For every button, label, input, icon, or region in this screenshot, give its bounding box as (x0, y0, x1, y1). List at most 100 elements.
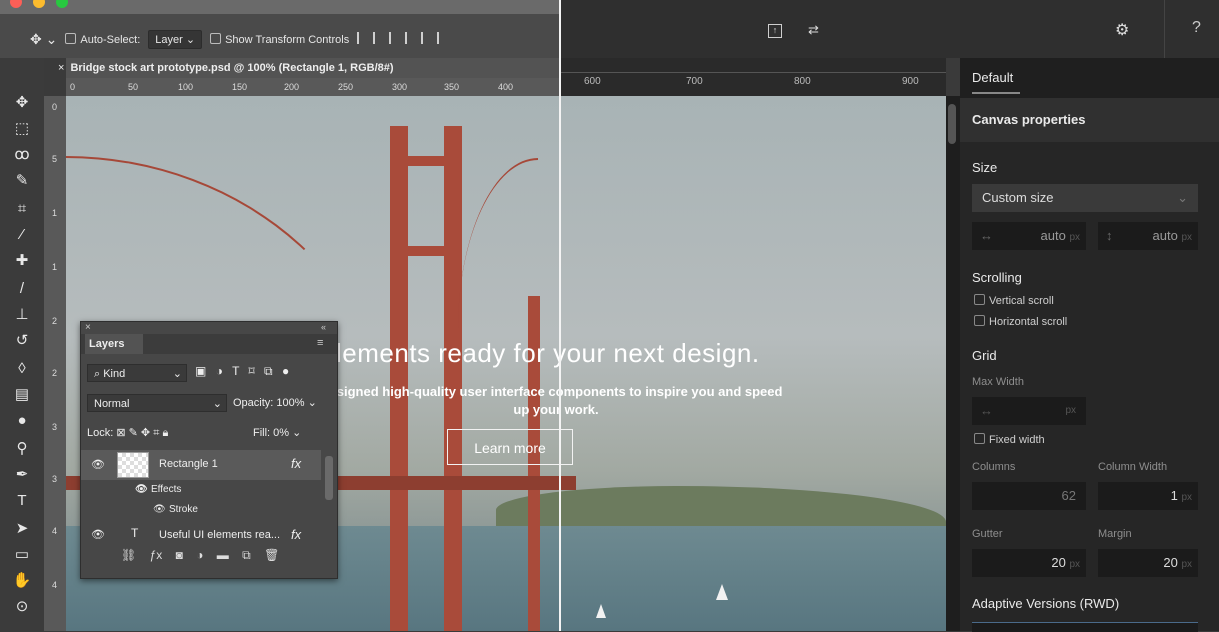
collapse-panel-icon[interactable]: « (321, 322, 326, 332)
opacity-control[interactable]: Opacity: 100% ⌄ (233, 396, 317, 409)
split-divider[interactable] (559, 0, 561, 631)
close-panel-icon[interactable]: × (85, 322, 91, 333)
filter-kind-dropdown[interactable]: ⌕ Kind ⌄ (87, 364, 187, 382)
brush-tool-icon[interactable]: / (10, 278, 34, 300)
fx-badge[interactable]: fx (291, 527, 301, 542)
filter-toggle-icon[interactable]: ● (282, 364, 289, 378)
move-tool-icon[interactable]: ✥ (10, 92, 34, 114)
canvas-scrollbar[interactable] (946, 96, 960, 631)
history-brush-icon[interactable]: ↺ (10, 330, 34, 352)
pen-tool-icon[interactable]: ✒ (10, 464, 34, 486)
eyedropper-tool-icon[interactable]: ⁄ (10, 224, 34, 246)
preview-icon[interactable]: ⇄ (808, 22, 819, 38)
align-left-icon[interactable] (405, 31, 417, 44)
clone-stamp-icon[interactable]: ⊥ (10, 304, 34, 326)
path-select-icon[interactable]: ➤ (10, 518, 34, 540)
zoom-tool-icon[interactable]: ⊙ (10, 596, 34, 618)
canvas-scrollbar-thumb[interactable] (948, 104, 956, 144)
lock-all-icon[interactable]: 🔒︎ (162, 427, 168, 439)
align-middle-icon[interactable] (373, 31, 385, 44)
show-transform-checkbox[interactable] (210, 32, 222, 44)
lock-paint-icon[interactable]: ✎ (129, 427, 138, 439)
filter-pixel-icon[interactable]: ▣ (195, 364, 206, 378)
checkbox[interactable] (974, 315, 985, 326)
layer-row-rectangle[interactable]: 👁︎ Rectangle 1 fx (81, 450, 321, 480)
export-icon[interactable]: ↑ (768, 24, 782, 38)
settings-gear-icon[interactable]: ⚙ (1115, 20, 1129, 40)
new-layer-icon[interactable]: ⧉ (242, 548, 251, 562)
zoom-window-button[interactable] (56, 0, 68, 8)
type-tool-icon[interactable]: T (10, 490, 34, 512)
lock-artboard-icon[interactable]: ⌗ (153, 427, 159, 439)
gutter-field[interactable]: 20 px (972, 549, 1086, 577)
visibility-eye-icon[interactable]: 👁︎ (91, 458, 105, 471)
preset-header[interactable]: Default (960, 58, 1219, 98)
fill-value[interactable]: 0% (273, 427, 289, 439)
minimize-window-button[interactable] (33, 0, 45, 8)
columns-field[interactable]: 62 (972, 482, 1086, 510)
layer-row-text[interactable]: 👁︎ T Useful UI elements rea... fx (81, 524, 321, 548)
healing-brush-icon[interactable]: ✚ (10, 250, 34, 272)
align-right-icon[interactable] (437, 31, 449, 44)
crop-tool-icon[interactable]: ⌗ (10, 198, 34, 220)
horizontal-scroll-checkbox[interactable]: Horizontal scroll (974, 315, 1067, 328)
auto-select-checkbox[interactable] (65, 32, 77, 44)
rectangle-tool-icon[interactable]: ▭ (10, 544, 34, 566)
blur-tool-icon[interactable]: ● (10, 410, 34, 432)
document-tab[interactable]: × Bridge stock art prototype.psd @ 100% (… (58, 58, 560, 78)
gradient-tool-icon[interactable]: ▤ (10, 384, 34, 406)
lasso-tool-icon[interactable]: ꝏ (10, 144, 34, 166)
new-group-icon[interactable]: ▬ (217, 548, 229, 562)
visibility-eye-icon[interactable]: 👁︎ (91, 528, 105, 541)
height-field[interactable]: ↕ auto px (1098, 222, 1198, 250)
add-mask-icon[interactable]: ◙ (176, 548, 183, 562)
filter-shape-icon[interactable]: ⌑ (249, 364, 255, 378)
align-center-icon[interactable] (421, 31, 433, 44)
auto-select-toggle[interactable]: Auto-Select: (65, 32, 140, 46)
width-field[interactable]: ↔ auto px (972, 222, 1086, 250)
margin-field[interactable]: 20 px (1098, 549, 1198, 577)
layer-stroke-row[interactable]: 👁︎ Stroke (81, 502, 321, 520)
layers-scrollbar[interactable] (325, 456, 333, 500)
show-transform-toggle[interactable]: Show Transform Controls (210, 32, 349, 46)
delete-layer-icon[interactable]: 🗑︎ (264, 548, 279, 562)
new-adjustment-icon[interactable]: ◑ (196, 548, 203, 562)
opacity-value[interactable]: 100% (276, 397, 304, 409)
learn-more-button[interactable]: Learn more (447, 429, 573, 465)
stroke-eye-icon[interactable]: 👁︎ (153, 504, 166, 515)
help-icon[interactable]: ? (1192, 19, 1201, 37)
vertical-scroll-checkbox[interactable]: Vertical scroll (974, 294, 1054, 307)
close-tab-icon[interactable]: × (58, 62, 64, 74)
fixed-width-checkbox[interactable]: Fixed width (974, 433, 1045, 446)
filter-smart-object-icon[interactable]: ⧉ (264, 364, 273, 378)
lock-position-icon[interactable]: ✥ (141, 427, 150, 439)
quick-select-tool-icon[interactable]: ✎ (10, 170, 34, 192)
align-top-icon[interactable] (357, 31, 369, 44)
move-tool-icon[interactable]: ✥ ⌄ (30, 31, 57, 48)
link-layers-icon[interactable]: ⛓ (121, 548, 136, 562)
size-dropdown[interactable]: Custom size ⌄ (972, 184, 1198, 212)
close-window-button[interactable] (10, 0, 22, 8)
eraser-tool-icon[interactable]: ◊ (10, 358, 34, 380)
effects-eye-icon[interactable]: 👁︎ (135, 484, 148, 495)
column-width-field[interactable]: 1 px (1098, 482, 1198, 510)
blend-mode-dropdown[interactable]: Normal ⌄ (87, 394, 227, 412)
tab-layers[interactable]: Layers (85, 334, 143, 354)
fx-badge[interactable]: fx (291, 456, 301, 471)
marquee-tool-icon[interactable]: ⬚ (10, 118, 34, 140)
filter-adjustment-icon[interactable]: ◑ (216, 364, 223, 378)
checkbox[interactable] (974, 433, 985, 444)
auto-select-dropdown[interactable]: Layer ⌄ (148, 29, 203, 49)
lock-pixels-icon[interactable]: ⊠ (116, 427, 125, 439)
dodge-tool-icon[interactable]: ⚲ (10, 438, 34, 460)
fill-control[interactable]: Fill: 0% ⌄ (253, 426, 301, 439)
checkbox[interactable] (974, 294, 985, 305)
add-style-icon[interactable]: ƒx (150, 548, 163, 562)
align-bottom-icon[interactable] (389, 31, 401, 44)
panel-menu-icon[interactable]: ≡ (317, 337, 323, 349)
ruler-mark: 300 (392, 82, 408, 92)
max-width-field[interactable]: ↔ px (972, 397, 1086, 425)
filter-type-icon[interactable]: T (232, 364, 239, 378)
layer-effects-row[interactable]: 👁︎ Effects (81, 482, 321, 500)
hand-tool-icon[interactable]: ✋ (10, 570, 34, 592)
